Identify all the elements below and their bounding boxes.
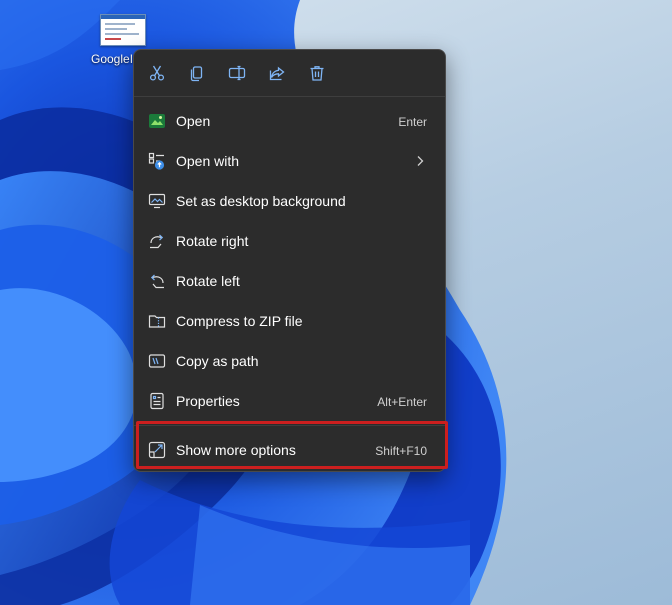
zip-icon — [148, 312, 166, 330]
menu-item-label: Rotate left — [176, 273, 240, 289]
rotate-left-icon — [148, 272, 166, 290]
menu-item-label: Properties — [176, 393, 240, 409]
image-viewer-icon — [148, 112, 166, 130]
menu-item-show-more-options[interactable]: Show more options Shift+F10 — [138, 432, 441, 468]
menu-item-label: Show more options — [176, 442, 296, 458]
delete-icon — [310, 66, 324, 81]
menu-item-properties[interactable]: Properties Alt+Enter — [138, 383, 441, 419]
menu-item-shortcut: Alt+Enter — [377, 395, 427, 409]
menu-item-compress-zip[interactable]: Compress to ZIP file — [138, 303, 441, 339]
rename-button[interactable] — [226, 62, 248, 84]
rename-icon — [228, 65, 246, 81]
cut-icon — [149, 65, 165, 81]
menu-item-open[interactable]: Open Enter — [138, 103, 441, 139]
menu-item-rotate-right[interactable]: Rotate right — [138, 223, 441, 259]
menu-item-label: Rotate right — [176, 233, 249, 249]
cut-button[interactable] — [146, 62, 168, 84]
menu-item-rotate-left[interactable]: Rotate left — [138, 263, 441, 299]
context-menu: Open Enter Open with Set as desktop back… — [133, 49, 446, 472]
menu-item-open-with[interactable]: Open with — [138, 143, 441, 179]
chevron-right-icon — [417, 156, 424, 166]
context-menu-toolbar — [134, 50, 445, 97]
share-button[interactable] — [266, 62, 288, 84]
menu-item-label: Open — [176, 113, 211, 129]
menu-item-shortcut: Enter — [398, 115, 427, 129]
menu-item-set-desktop-background[interactable]: Set as desktop background — [138, 183, 441, 219]
copy-path-icon — [148, 352, 166, 370]
show-more-icon — [148, 441, 166, 459]
properties-icon — [148, 392, 166, 410]
open-with-icon — [148, 152, 166, 170]
rotate-right-icon — [148, 232, 166, 250]
menu-item-label: Set as desktop background — [176, 193, 346, 209]
menu-item-label: Compress to ZIP file — [176, 313, 303, 329]
copy-icon — [190, 66, 203, 82]
menu-item-label: Copy as path — [176, 353, 259, 369]
image-file-icon — [100, 14, 146, 46]
menu-separator — [134, 425, 445, 426]
copy-button[interactable] — [186, 62, 208, 84]
delete-button[interactable] — [306, 62, 328, 84]
desktop-background-icon — [148, 192, 166, 210]
share-icon — [269, 66, 285, 81]
desktop: GoogleI Open Enter Open with Set as desk… — [0, 0, 672, 605]
menu-item-copy-as-path[interactable]: Copy as path — [138, 343, 441, 379]
menu-item-label: Open with — [176, 153, 240, 169]
menu-item-shortcut: Shift+F10 — [375, 444, 427, 458]
